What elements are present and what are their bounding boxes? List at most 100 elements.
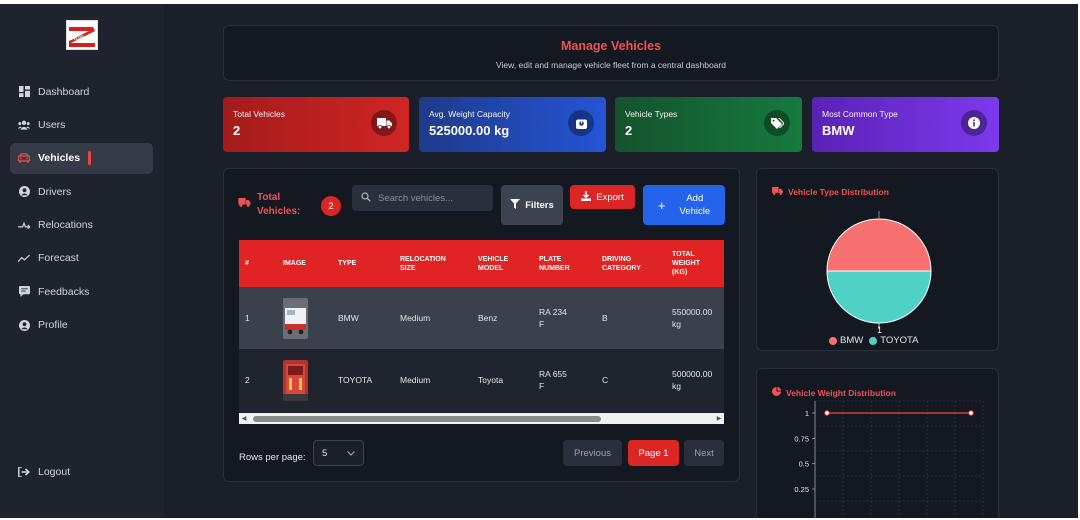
pie-slice-bmw[interactable] (826, 218, 932, 272)
cell-plate-number: RA 234 F (539, 307, 567, 329)
sidebar-item-label: Relocations (38, 219, 93, 232)
page-title: Manage Vehicles (560, 39, 662, 53)
cell-image (277, 287, 332, 349)
vehicle-weight-chart-card: Vehicle Weight Distribution 1 0.75 0.5 0.25 (756, 368, 999, 518)
vehicle-thumbnail[interactable] (283, 297, 308, 339)
next-page-button[interactable]: Next (684, 440, 724, 466)
weight-icon (568, 110, 594, 136)
y-tick-label: 0.5 (799, 460, 809, 469)
vehicles-table-container: # IMAGE TYPE RELOCATION SIZE VEHICLE MODEL… (239, 240, 724, 424)
active-indicator (88, 151, 92, 166)
dashboard-icon (18, 86, 30, 98)
export-label: Export (596, 191, 624, 203)
truck-icon (371, 110, 397, 136)
search-box[interactable] (352, 185, 493, 211)
pie-data-label: 1 (877, 325, 882, 335)
scrollbar-thumb[interactable] (253, 415, 601, 422)
add-vehicle-button[interactable]: + Add Vehicle (643, 185, 725, 225)
legend-swatch (869, 336, 878, 345)
table-header-row: # IMAGE TYPE RELOCATION SIZE VEHICLE MODEL… (239, 240, 724, 287)
vehicle-thumbnail[interactable] (283, 359, 308, 401)
y-tick-label: 0.75 (794, 434, 809, 443)
comment-icon (18, 286, 30, 298)
add-vehicle-label: Add Vehicle (679, 192, 710, 218)
vehicles-table-panel: Total Vehicles: 2 Filters (223, 168, 740, 482)
user-circle-icon (18, 319, 30, 331)
page-subtitle: View, edit and manage vehicle fleet from… (496, 60, 726, 70)
sidebar-item-label: Drivers (38, 185, 72, 198)
title-line-1: Total (257, 192, 281, 203)
legend-swatch (829, 336, 837, 345)
rows-per-page-value: 5 (322, 447, 328, 459)
column-header-number[interactable]: # (239, 240, 277, 287)
scroll-right-icon[interactable]: ▶ (714, 413, 724, 424)
cell-type: BMW (338, 313, 359, 323)
legend-item-toyota[interactable]: TOYOTA (869, 335, 918, 346)
logout-label: Logout (38, 466, 71, 478)
data-point[interactable] (824, 410, 830, 416)
cell-number: 2 (245, 375, 250, 385)
column-header-plate-number[interactable]: PLATE NUMBER (533, 240, 596, 287)
sidebar-item-forecast[interactable]: Forecast (10, 243, 153, 274)
search-input[interactable] (378, 192, 488, 204)
cell-plate-number: RA 655 F (539, 369, 567, 391)
line-chart: 1 0.75 0.5 0.25 (794, 400, 984, 518)
count-badge: 2 (321, 196, 341, 216)
data-point[interactable] (968, 410, 974, 416)
logout-button[interactable]: Logout (18, 466, 70, 478)
plus-icon: + (657, 197, 666, 213)
title-text: Total Vehicles: (257, 191, 300, 219)
cell-relocation-size: Medium (400, 313, 431, 323)
filter-icon (510, 198, 521, 212)
horizontal-scrollbar[interactable]: ◀ ▶ (239, 413, 724, 424)
legend-item-bmw[interactable]: BMW (829, 335, 863, 346)
rows-per-page-select[interactable]: 5 (313, 440, 364, 466)
column-header-vehicle-model[interactable]: VEHICLE MODEL (472, 240, 533, 287)
sidebar-item-users[interactable]: Users (10, 109, 153, 140)
current-page-button[interactable]: Page 1 (628, 440, 679, 466)
info-icon (961, 110, 987, 136)
cell-driving-category: B (602, 313, 608, 323)
add-label-line-2: Vehicle (679, 206, 711, 217)
pie-slice-toyota[interactable] (826, 270, 932, 324)
sidebar-item-label: Dashboard (38, 85, 90, 98)
relocation-icon (18, 219, 30, 231)
stat-card-avg-weight: Avg. Weight Capacity 525000.00 kg (419, 97, 606, 152)
sidebar-item-drivers[interactable]: Drivers (10, 176, 153, 207)
previous-page-button[interactable]: Previous (563, 440, 622, 466)
truck-icon (238, 198, 251, 212)
column-header-total-weight[interactable]: TOTAL WEIGHT (KG) (666, 240, 724, 287)
cell-vehicle-model: Toyota (478, 375, 504, 385)
column-header-type[interactable]: TYPE (332, 240, 394, 287)
sidebar-item-dashboard[interactable]: Dashboard (10, 76, 153, 107)
scroll-left-icon[interactable]: ◀ (239, 413, 249, 424)
cell-type: TOYOTA (338, 375, 373, 385)
sidebar-item-feedbacks[interactable]: Feedbacks (10, 276, 153, 307)
filters-button[interactable]: Filters (501, 185, 563, 225)
sidebar-item-relocations[interactable]: Relocations (10, 210, 153, 241)
sidebar-item-profile[interactable]: Profile (10, 310, 153, 341)
table-row[interactable]: 2 TOYOTA Medium Toyota RA 655 F C 500000… (239, 349, 724, 411)
logo-graphic: AGS (67, 21, 97, 49)
sidebar-item-label: Profile (38, 319, 68, 332)
cell-total-weight: 500000.00 kg (672, 369, 713, 391)
download-icon (581, 190, 592, 204)
cell-number: 1 (245, 313, 250, 323)
title-line-2: Vehicles: (257, 206, 301, 217)
sidebar-item-label: Users (38, 118, 66, 131)
stat-card-total-vehicles: Total Vehicles 2 (223, 97, 409, 152)
brand-logo[interactable]: AGS (66, 20, 98, 50)
sidebar: AGS Dashboard Users Vehicles Drivers Rel… (0, 4, 164, 518)
sidebar-item-label: Forecast (38, 252, 79, 265)
column-header-driving-category[interactable]: DRIVING CATEGORY (596, 240, 666, 287)
chart-line-icon (18, 252, 30, 264)
sidebar-item-vehicles[interactable]: Vehicles (10, 142, 153, 174)
main-content: Manage Vehicles View, edit and manage ve… (164, 4, 1078, 518)
column-header-relocation-size[interactable]: RELOCATION SIZE (394, 240, 472, 287)
users-icon (18, 119, 30, 131)
table-row[interactable]: 1 BMW Medium Benz RA 234 F B 550000.00 k… (239, 287, 724, 349)
logout-icon (18, 467, 30, 477)
vehicle-type-chart-card: Vehicle Type Distribution 1 BMW TOYOTA (756, 168, 999, 351)
column-header-image[interactable]: IMAGE (277, 240, 332, 287)
export-button[interactable]: Export (570, 185, 635, 209)
